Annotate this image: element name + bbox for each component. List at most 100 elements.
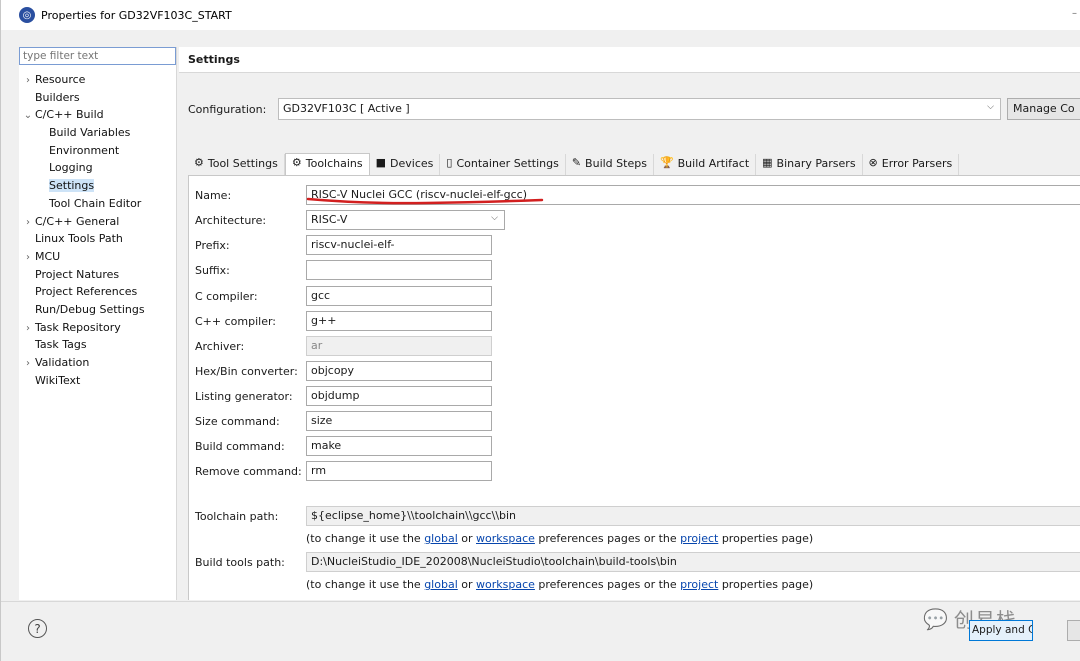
sidebar-item[interactable]: ⌄ C/C++ Build [19,106,177,124]
project-link[interactable]: project [680,532,718,545]
tab-error-parsers[interactable]: ⊗ Error Parsers [863,154,960,175]
expand-toggle-icon[interactable]: › [21,320,35,338]
tab-toolchains[interactable]: ⚙ Toolchains [284,153,370,175]
sidebar-item-label: WikiText [35,373,81,387]
listing-field[interactable]: objdump [306,386,492,406]
build-artifact-icon: 🏆 [659,156,674,169]
c-compiler-field[interactable]: gcc [306,286,492,306]
sidebar-item[interactable]: WikiText [19,372,177,390]
sidebar-item-label: Task Repository [35,320,121,334]
hexbin-label: Hex/Bin converter: [195,365,298,378]
annotation-underline [306,197,544,205]
suffix-field[interactable] [306,260,492,280]
project-link[interactable]: project [680,578,718,591]
toolchain-path-field: ${eclipse_home}\\toolchain\\gcc\\bin [306,506,1080,526]
configuration-select[interactable]: GD32VF103C [ Active ] ⌵ [278,98,1001,120]
eclipse-icon: ◎ [19,7,35,23]
expand-toggle-icon[interactable]: › [21,355,35,373]
expand-toggle-icon[interactable]: › [21,214,35,232]
help-icon[interactable]: ? [28,619,47,638]
hexbin-field[interactable]: objcopy [306,361,492,381]
sidebar-item-label: Tool Chain Editor [49,196,142,210]
chevron-down-icon: ⌵ [987,102,994,112]
sidebar-item[interactable]: › Task Repository [19,319,177,337]
archiver-label: Archiver: [195,340,245,353]
sidebar-item[interactable]: Tool Chain Editor [19,195,177,213]
filter-input[interactable] [19,47,176,65]
binary-parsers-icon: ▦ [762,156,773,169]
manage-configurations-button[interactable]: Manage Co [1007,98,1080,120]
sidebar-item[interactable]: Environment [19,142,177,160]
tab-label: Container Settings [456,157,559,170]
cancel-button[interactable] [1067,620,1080,641]
expand-toggle-icon[interactable]: › [21,249,35,267]
tab-label: Build Steps [585,157,647,170]
minimize-icon[interactable]: – [1072,8,1077,19]
sidebar-item[interactable]: › C/C++ General [19,213,177,231]
sidebar-item-label: Resource [35,73,86,86]
sidebar-item[interactable]: Linux Tools Path [19,230,177,248]
global-link[interactable]: global [424,532,458,545]
window-title: Properties for GD32VF103C_START [41,8,232,22]
expand-toggle-icon[interactable]: › [21,72,35,90]
build-field[interactable]: make [306,436,492,456]
property-tree: › Resource Builders ⌄ C/C++ Build Build Varia… [19,71,177,389]
sidebar-item[interactable]: › Resource [19,71,177,89]
sidebar-item[interactable]: › Validation [19,354,177,372]
hint-text: preferences pages or the [534,532,681,545]
title-bar: ◎ Properties for GD32VF103C_START – [1,0,1080,30]
global-link[interactable]: global [424,578,458,591]
architecture-value: RISC-V [311,213,348,226]
tab-label: Tool Settings [207,157,278,170]
dialog-footer: ? 💬 创易栈 Apply and Close [1,601,1080,661]
tab-label: Error Parsers [881,157,953,170]
cpp-compiler-label: C++ compiler: [195,315,277,328]
expand-toggle-icon[interactable]: ⌄ [21,107,35,125]
sidebar-item-label: Environment [49,143,120,157]
sidebar-item[interactable]: › MCU [19,248,177,266]
tab-build-artifact[interactable]: 🏆 Build Artifact [654,154,757,175]
tab-devices[interactable]: ■ Devices [370,154,441,175]
tab-binary-parsers[interactable]: ▦ Binary Parsers [756,154,863,175]
page-title: Settings [179,47,1080,73]
remove-label: Remove command: [195,465,302,478]
sidebar-item[interactable]: Project References [19,283,177,301]
sidebar-item-label: Project References [35,285,138,299]
error-parsers-icon: ⊗ [868,156,878,169]
prefix-field[interactable]: riscv-nuclei-elf- [306,235,492,255]
c-compiler-label: C compiler: [195,290,258,303]
sidebar-item-label: C/C++ Build [35,108,104,122]
sidebar-item[interactable]: Project Natures [19,266,177,284]
sidebar-item[interactable]: Settings [19,177,177,195]
cpp-compiler-field[interactable]: g++ [306,311,492,331]
sidebar-item[interactable]: Build Variables [19,124,177,142]
sidebar-item[interactable]: Task Tags [19,336,177,354]
size-field[interactable]: size [306,411,492,431]
hint-text: (to change it use the [306,532,425,545]
wechat-icon: 💬 [923,606,948,631]
sidebar-item[interactable]: Builders [19,89,177,107]
sidebar-item-label: Run/Debug Settings [35,302,145,316]
settings-tabs: ⚙ Tool Settings ⚙ Toolchains ■ Devices ▯ Contai… [188,153,960,175]
workspace-link[interactable]: workspace [476,578,535,591]
build-tools-path-label: Build tools path: [195,556,285,569]
workspace-link[interactable]: workspace [476,532,535,545]
architecture-select[interactable]: RISC-V ⌵ [306,210,505,230]
sidebar-item[interactable]: Run/Debug Settings [19,301,177,319]
tab-build-steps[interactable]: ✎ Build Steps [566,154,654,175]
tab-label: Toolchains [305,157,363,170]
sidebar-item-label: Logging [49,161,93,175]
build-tools-path-hint: (to change it use the global or workspac… [306,578,813,591]
toolchain-path-label: Toolchain path: [195,510,279,523]
tab-tool-settings[interactable]: ⚙ Tool Settings [188,154,285,175]
remove-field[interactable]: rm [306,461,492,481]
build-label: Build command: [195,440,285,453]
apply-and-close-button[interactable]: Apply and Close [969,620,1033,641]
sidebar-item-label: Linux Tools Path [35,232,123,246]
toolchains-panel: Name: RISC-V Nuclei GCC (riscv-nuclei-el… [188,175,1080,600]
tab-label: Binary Parsers [776,157,856,170]
architecture-label: Architecture: [195,214,267,227]
sidebar-item[interactable]: Logging [19,159,177,177]
tab-container-settings[interactable]: ▯ Container Settings [440,154,566,175]
sidebar-item-label: C/C++ General [35,214,120,228]
